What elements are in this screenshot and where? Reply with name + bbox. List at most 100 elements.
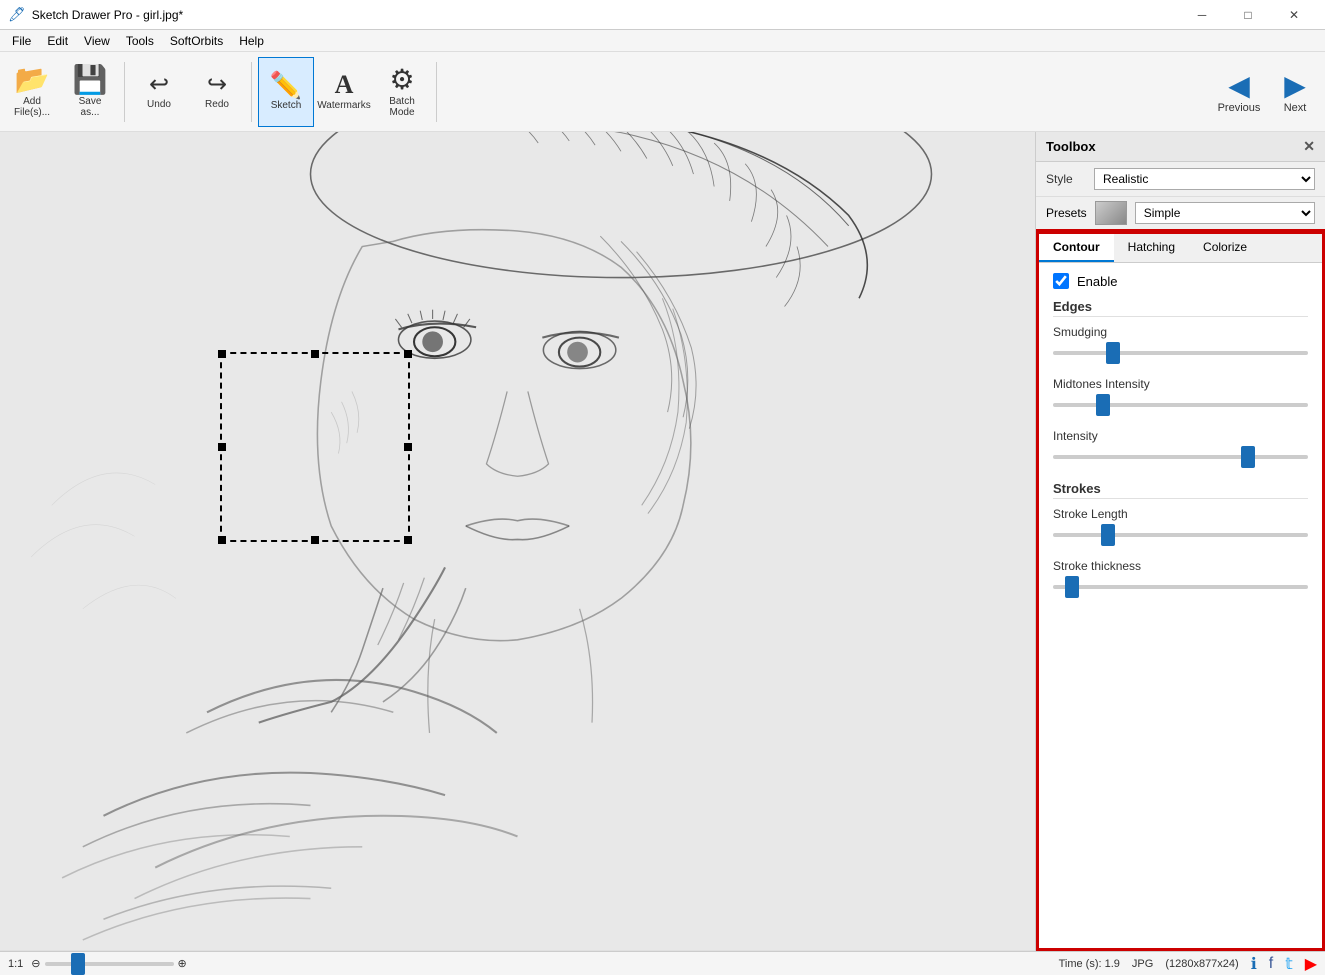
watermarks-icon: A bbox=[335, 72, 354, 98]
strokes-section-heading: Strokes bbox=[1053, 481, 1308, 499]
canvas-area[interactable] bbox=[0, 132, 1035, 951]
previous-label: Previous bbox=[1218, 102, 1261, 114]
undo-button[interactable]: ↩ Undo bbox=[131, 57, 187, 127]
tabs-panel: Contour Hatching Colorize Enable Edges S… bbox=[1036, 231, 1325, 951]
toolbar: 📂 AddFile(s)... 💾 Saveas... ↩ Undo ↪ Red… bbox=[0, 52, 1325, 132]
youtube-icon[interactable]: ▶ bbox=[1305, 954, 1317, 974]
sketch-button[interactable]: ✏️ Sketch bbox=[258, 57, 314, 127]
right-panel: Toolbox ✕ Style Realistic Simple Artisti… bbox=[1035, 132, 1325, 951]
handle-middle-left[interactable] bbox=[218, 443, 226, 451]
batch-mode-button[interactable]: ⚙ BatchMode bbox=[374, 57, 430, 127]
window-controls: ─ □ ✕ bbox=[1179, 0, 1317, 30]
menu-edit[interactable]: Edit bbox=[39, 32, 76, 50]
tab-hatching[interactable]: Hatching bbox=[1114, 234, 1189, 262]
stroke-length-track bbox=[1053, 525, 1308, 545]
menu-tools[interactable]: Tools bbox=[118, 32, 162, 50]
redo-label: Redo bbox=[205, 99, 229, 110]
midtones-slider[interactable] bbox=[1053, 403, 1308, 407]
presets-select[interactable]: Simple Complex Detailed bbox=[1135, 202, 1315, 224]
toolbar-right: ◀ Previous ▶ Next bbox=[1213, 57, 1321, 127]
style-select[interactable]: Realistic Simple Artistic bbox=[1094, 168, 1315, 190]
sketch-icon: ✏️ bbox=[270, 72, 302, 98]
toolbox-close-button[interactable]: ✕ bbox=[1303, 138, 1315, 155]
undo-icon: ↩ bbox=[149, 73, 169, 97]
edges-section-heading: Edges bbox=[1053, 299, 1308, 317]
facebook-icon[interactable]: f bbox=[1269, 955, 1273, 973]
intensity-label: Intensity bbox=[1053, 429, 1308, 443]
save-as-label: Saveas... bbox=[79, 96, 102, 118]
enable-checkbox[interactable] bbox=[1053, 273, 1069, 289]
add-files-label: AddFile(s)... bbox=[14, 96, 50, 118]
stroke-length-slider[interactable] bbox=[1053, 533, 1308, 537]
style-label: Style bbox=[1046, 172, 1086, 186]
smudging-slider[interactable] bbox=[1053, 351, 1308, 355]
stroke-thickness-group: Stroke thickness bbox=[1053, 559, 1308, 597]
smudging-track bbox=[1053, 343, 1308, 363]
format-label: JPG bbox=[1132, 958, 1153, 970]
stroke-thickness-slider[interactable] bbox=[1053, 585, 1308, 589]
tab-content-contour: Enable Edges Smudging Midtones Intensity bbox=[1039, 263, 1322, 621]
presets-thumbnail bbox=[1095, 201, 1127, 225]
intensity-track bbox=[1053, 447, 1308, 467]
sketch-label: Sketch bbox=[271, 100, 302, 111]
minimize-button[interactable]: ─ bbox=[1179, 0, 1225, 30]
add-files-button[interactable]: 📂 AddFile(s)... bbox=[4, 57, 60, 127]
close-button[interactable]: ✕ bbox=[1271, 0, 1317, 30]
toolbar-separator-1 bbox=[124, 62, 125, 122]
toolbox-header: Toolbox ✕ bbox=[1036, 132, 1325, 162]
handle-bottom-left[interactable] bbox=[218, 536, 226, 544]
menu-bar: File Edit View Tools SoftOrbits Help bbox=[0, 30, 1325, 52]
handle-top-left[interactable] bbox=[218, 350, 226, 358]
stroke-length-label: Stroke Length bbox=[1053, 507, 1308, 521]
selection-rectangle[interactable] bbox=[220, 352, 410, 542]
handle-top-right[interactable] bbox=[404, 350, 412, 358]
stroke-thickness-label: Stroke thickness bbox=[1053, 559, 1308, 573]
menu-softorbits[interactable]: SoftOrbits bbox=[162, 32, 231, 50]
zoom-plus-icon[interactable]: ⊕ bbox=[178, 957, 187, 970]
batch-mode-label: BatchMode bbox=[389, 96, 415, 118]
time-label: Time (s): 1.9 bbox=[1059, 958, 1120, 970]
stroke-thickness-track bbox=[1053, 577, 1308, 597]
app-icon: 🖊 bbox=[8, 6, 26, 23]
menu-help[interactable]: Help bbox=[231, 32, 272, 50]
handle-middle-right[interactable] bbox=[404, 443, 412, 451]
zoom-slider[interactable] bbox=[45, 962, 174, 966]
intensity-slider[interactable] bbox=[1053, 455, 1308, 459]
save-as-button[interactable]: 💾 Saveas... bbox=[62, 57, 118, 127]
previous-icon: ◀ bbox=[1228, 69, 1250, 102]
menu-file[interactable]: File bbox=[4, 32, 39, 50]
title-text: Sketch Drawer Pro - girl.jpg* bbox=[32, 8, 1179, 22]
toolbar-separator-3 bbox=[436, 62, 437, 122]
batch-mode-icon: ⚙ bbox=[389, 66, 414, 94]
next-icon: ▶ bbox=[1284, 69, 1306, 102]
next-button[interactable]: ▶ Next bbox=[1269, 57, 1321, 127]
twitter-icon[interactable]: 𝕥 bbox=[1285, 954, 1292, 974]
maximize-button[interactable]: □ bbox=[1225, 0, 1271, 30]
dimensions-label: (1280x877x24) bbox=[1165, 958, 1238, 970]
toolbox-title: Toolbox bbox=[1046, 139, 1096, 154]
style-row: Style Realistic Simple Artistic bbox=[1036, 162, 1325, 197]
handle-bottom-middle[interactable] bbox=[311, 536, 319, 544]
redo-button[interactable]: ↪ Redo bbox=[189, 57, 245, 127]
presets-label: Presets bbox=[1046, 206, 1087, 220]
add-files-icon: 📂 bbox=[15, 66, 50, 94]
menu-view[interactable]: View bbox=[76, 32, 118, 50]
tab-colorize[interactable]: Colorize bbox=[1189, 234, 1261, 262]
info-icon[interactable]: ℹ bbox=[1251, 954, 1257, 974]
tabs-header: Contour Hatching Colorize bbox=[1039, 234, 1322, 263]
watermarks-label: Watermarks bbox=[317, 100, 371, 111]
zoom-minus-icon[interactable]: ⊖ bbox=[31, 957, 40, 970]
midtones-group: Midtones Intensity bbox=[1053, 377, 1308, 415]
zoom-controls: ⊖ ⊕ bbox=[31, 957, 186, 970]
previous-button[interactable]: ◀ Previous bbox=[1213, 57, 1265, 127]
toolbar-separator-2 bbox=[251, 62, 252, 122]
handle-bottom-right[interactable] bbox=[404, 536, 412, 544]
save-icon: 💾 bbox=[73, 66, 108, 94]
midtones-track bbox=[1053, 395, 1308, 415]
tab-contour[interactable]: Contour bbox=[1039, 234, 1114, 262]
undo-label: Undo bbox=[147, 99, 171, 110]
enable-row: Enable bbox=[1053, 273, 1308, 289]
handle-top-middle[interactable] bbox=[311, 350, 319, 358]
watermarks-button[interactable]: A Watermarks bbox=[316, 57, 372, 127]
status-bar: 1:1 ⊖ ⊕ Time (s): 1.9 JPG (1280x877x24) … bbox=[0, 951, 1325, 975]
